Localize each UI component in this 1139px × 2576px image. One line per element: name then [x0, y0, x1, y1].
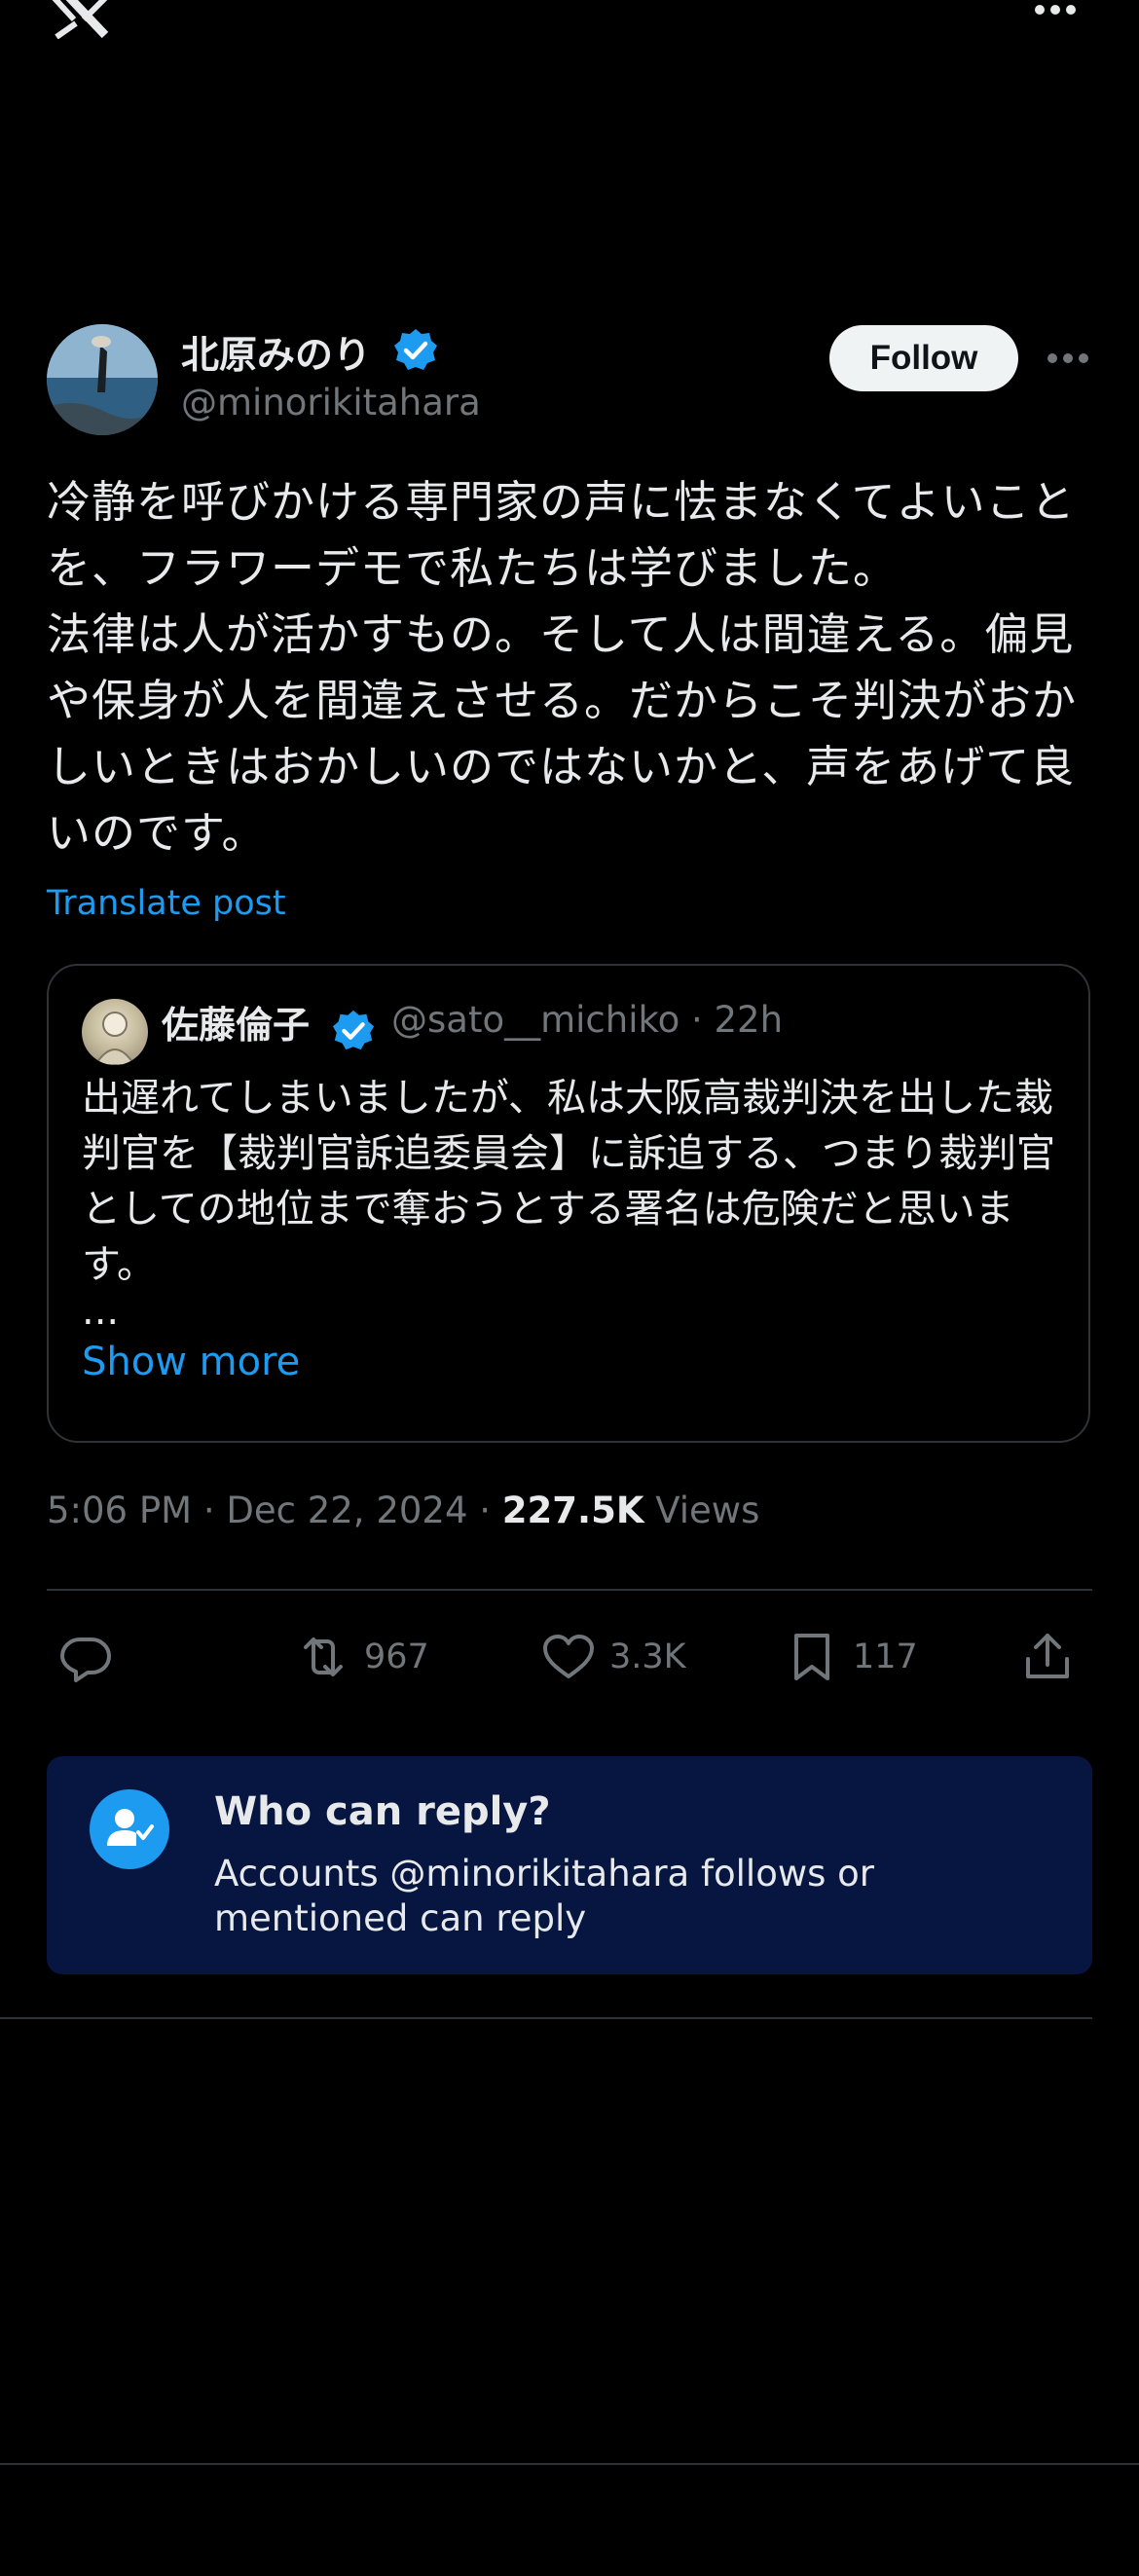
user-check-icon	[90, 1789, 169, 1869]
post-text: 冷静を呼びかける専門家の声に怯まなくてよいことを、フラワーデモで私たちは学びまし…	[47, 476, 1078, 859]
who-can-reply-panel: Who can reply? Accounts @minorikitahara …	[47, 1756, 1092, 1974]
quoted-post[interactable]: 佐藤倫子 @sato__michiko · 22h 出遅れてしまいましたが、私は…	[47, 964, 1090, 1443]
who-can-reply-description: Accounts @minorikitahara follows or ment…	[214, 1853, 874, 1939]
who-can-reply-title: Who can reply?	[214, 1789, 551, 1834]
heart-icon	[543, 1635, 594, 1678]
divider	[47, 1589, 1092, 1591]
divider	[0, 2017, 1092, 2019]
bookmark-icon	[794, 1634, 829, 1680]
x-logo-icon[interactable]	[49, 0, 111, 40]
show-more-link[interactable]: Show more	[82, 1340, 300, 1384]
post-meta: 5:06 PM · Dec 22, 2024 · 227.5K Views	[47, 1490, 759, 1531]
follow-button[interactable]: Follow	[829, 325, 1018, 391]
share-icon	[1026, 1634, 1069, 1678]
reply-button[interactable]	[58, 1628, 113, 1686]
like-button[interactable]: 3.3K	[541, 1628, 686, 1686]
bookmark-count: 117	[853, 1638, 918, 1676]
translate-post-link[interactable]: Translate post	[47, 884, 286, 923]
author-name[interactable]: 北原みのり	[181, 325, 371, 380]
views-count: 227.5K	[501, 1490, 644, 1531]
share-button[interactable]	[1020, 1628, 1075, 1686]
more-options-icon[interactable]	[1034, 2, 1077, 21]
verified-badge-icon	[331, 1009, 376, 1053]
quoted-author-avatar[interactable]	[82, 999, 148, 1065]
post-more-options-icon[interactable]	[1046, 341, 1090, 376]
repost-icon	[304, 1638, 343, 1676]
quoted-author-name: 佐藤倫子	[162, 1004, 311, 1047]
author-avatar[interactable]	[47, 324, 158, 435]
bookmark-button[interactable]: 117	[785, 1628, 918, 1686]
reply-icon	[60, 1638, 111, 1682]
top-bar	[0, 0, 1139, 58]
repost-button[interactable]: 967	[296, 1628, 429, 1686]
repost-count: 967	[364, 1638, 429, 1676]
verified-badge-icon[interactable]	[392, 327, 439, 374]
quoted-post-text: 出遅れてしまいましたが、私は大阪高裁判決を出した裁判官を【裁判官訴追委員会】に訴…	[82, 1076, 1055, 1287]
divider	[0, 2463, 1139, 2465]
quoted-author-handle: @sato__michiko · 22h	[391, 999, 784, 1041]
post-timestamp[interactable]: 5:06 PM · Dec 22, 2024 ·	[47, 1490, 502, 1531]
author-handle[interactable]: @minorikitahara	[181, 382, 481, 423]
like-count: 3.3K	[609, 1638, 686, 1676]
quoted-post-ellipsis: ...	[82, 1289, 120, 1334]
views-label: Views	[643, 1490, 760, 1531]
